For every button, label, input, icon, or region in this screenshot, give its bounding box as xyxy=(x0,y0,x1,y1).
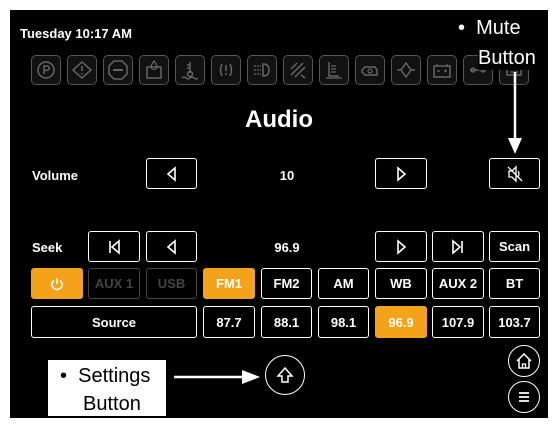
tune-up-button[interactable] xyxy=(375,231,427,262)
source-am-button[interactable]: AM xyxy=(318,268,369,299)
home-icon xyxy=(516,352,532,369)
headlight-icon xyxy=(247,55,277,85)
seek-label: Seek xyxy=(32,240,63,255)
seek-back-button[interactable] xyxy=(88,231,140,262)
preset-button[interactable]: 88.1 xyxy=(261,306,312,338)
preset-button[interactable]: 98.1 xyxy=(318,306,369,338)
mute-button[interactable] xyxy=(489,158,540,189)
tow-icon xyxy=(283,55,313,85)
source-fm2-button[interactable]: FM2 xyxy=(261,268,312,299)
arrow-right-icon xyxy=(397,238,407,255)
volume-down-button[interactable] xyxy=(146,158,197,189)
power-button[interactable] xyxy=(31,268,83,299)
skip-next-icon xyxy=(452,238,463,255)
settings-callout-line1: Settings xyxy=(78,365,151,387)
bullet: • xyxy=(458,17,477,39)
engine-oil-icon xyxy=(319,55,349,85)
status-time: Tuesday 10:17 AM xyxy=(20,26,132,41)
source-button[interactable]: Source xyxy=(31,306,197,338)
fault-light-icon xyxy=(211,55,241,85)
mute-callout-arrow xyxy=(508,72,522,154)
volume-up-button[interactable] xyxy=(375,158,427,189)
menu-button[interactable] xyxy=(508,381,540,413)
parking-brake-icon xyxy=(31,55,61,85)
settings-callout: • Settings xyxy=(60,364,150,388)
arrow-left-icon xyxy=(166,165,176,182)
filter-icon xyxy=(391,55,421,85)
source-bt-button[interactable]: BT xyxy=(489,268,540,299)
page-title: Audio xyxy=(245,106,313,133)
source-fm1-button[interactable]: FM1 xyxy=(203,268,255,299)
stop-icon xyxy=(103,55,133,85)
scan-button[interactable]: Scan xyxy=(489,231,540,262)
settings-callout-line2: Button xyxy=(83,393,141,415)
power-icon xyxy=(51,277,63,290)
preset-button[interactable]: 87.7 xyxy=(203,306,255,338)
volume-value: 10 xyxy=(279,168,295,183)
mute-callout: • Mute xyxy=(458,16,527,40)
home-button[interactable] xyxy=(508,345,540,377)
source-usb-button[interactable]: USB xyxy=(146,268,197,299)
mute-callout-line2: Button xyxy=(478,46,536,70)
settings-callout-arrow xyxy=(174,370,260,384)
hamburger-menu-icon xyxy=(519,392,529,402)
preset-button-selected[interactable]: 96.9 xyxy=(375,306,427,338)
up-arrow-icon xyxy=(276,366,294,383)
fuel-water-icon xyxy=(139,55,169,85)
source-aux2-button[interactable]: AUX 2 xyxy=(432,268,484,299)
bullet: • xyxy=(60,365,79,387)
skip-previous-icon xyxy=(109,238,120,255)
seek-forward-button[interactable] xyxy=(432,231,484,262)
preset-button[interactable]: 107.9 xyxy=(432,306,484,338)
frequency-value: 96.9 xyxy=(274,240,300,255)
engine-icon xyxy=(355,55,385,85)
mute-callout-line1: Mute xyxy=(476,17,521,39)
tune-down-button[interactable] xyxy=(146,231,197,262)
source-aux1-button[interactable]: AUX 1 xyxy=(88,268,140,299)
speaker-muted-icon xyxy=(507,164,522,183)
warning-triangle-icon xyxy=(67,55,97,85)
source-wb-button[interactable]: WB xyxy=(375,268,427,299)
volume-label: Volume xyxy=(32,168,78,183)
arrow-left-icon xyxy=(166,238,176,255)
preset-button[interactable]: 103.7 xyxy=(489,306,540,338)
settings-button[interactable] xyxy=(265,355,305,395)
warning-icon-row xyxy=(31,55,545,89)
battery-icon xyxy=(427,55,457,85)
coolant-temp-icon xyxy=(175,55,205,85)
arrow-right-icon xyxy=(397,165,407,182)
